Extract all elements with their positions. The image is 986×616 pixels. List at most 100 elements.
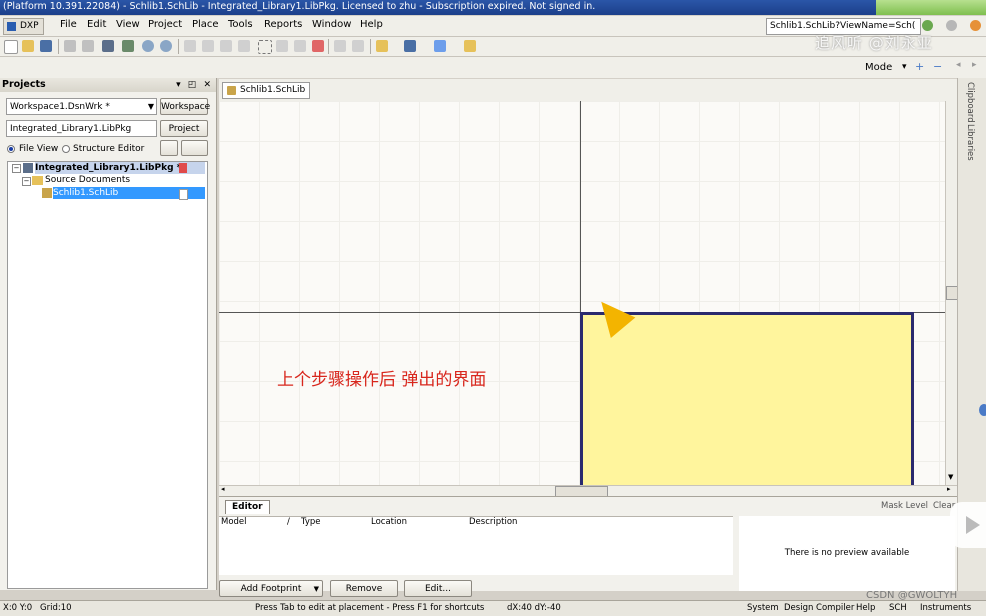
- menu-edit[interactable]: Edit: [87, 19, 106, 30]
- mode-dropdown-arrow-icon[interactable]: ▾: [902, 62, 907, 72]
- move-icon[interactable]: [276, 40, 288, 52]
- mode-dropdown[interactable]: Mode: [865, 62, 892, 73]
- tab-editor[interactable]: Editor: [225, 500, 270, 514]
- status-hint: Press Tab to edit at placement - Press F…: [255, 603, 485, 613]
- zoom-in-icon[interactable]: [142, 40, 154, 52]
- project-icon[interactable]: [102, 40, 114, 52]
- zoom-out-icon[interactable]: [160, 40, 172, 52]
- tab-libraries[interactable]: Libraries: [965, 124, 975, 161]
- cut-icon[interactable]: [184, 40, 196, 52]
- add-footprint-label: Add Footprint: [240, 584, 302, 594]
- remove-button[interactable]: Remove: [330, 580, 398, 597]
- file-view-radio[interactable]: [7, 145, 15, 153]
- scroll-left-icon[interactable]: ◂: [956, 60, 961, 70]
- project-options-icon[interactable]: [181, 140, 208, 156]
- dxp-menu-button[interactable]: DXP: [3, 18, 44, 35]
- back-icon[interactable]: [922, 20, 933, 31]
- project-select[interactable]: Integrated_Library1.LibPkg: [6, 120, 157, 137]
- file-view-label: File View: [19, 144, 59, 154]
- workspace-button[interactable]: Workspace: [160, 98, 210, 115]
- add-icon[interactable]: +: [915, 60, 924, 73]
- menu-tools[interactable]: Tools: [228, 19, 253, 30]
- projects-panel: Projects ▾ ◰ ✕ Workspace1.DsnWrk * ▼ Wor…: [0, 78, 217, 590]
- model-editor-panel: Editor Mask Level Clear Model / Type Loc…: [219, 496, 957, 597]
- select-area-icon[interactable]: [258, 40, 272, 54]
- menu-reports[interactable]: Reports: [264, 19, 302, 30]
- forward-icon[interactable]: [946, 20, 957, 31]
- redo-icon[interactable]: [352, 40, 364, 52]
- move-selection-icon[interactable]: [294, 40, 306, 52]
- document-tabs: Schlib1.SchLib: [219, 79, 986, 101]
- menu-help[interactable]: Help: [360, 19, 383, 30]
- modified-document-icon: [179, 163, 187, 173]
- scroll-down-icon[interactable]: ▼: [948, 473, 953, 481]
- panel-button-sch[interactable]: SCH: [889, 603, 907, 613]
- document-icon: [179, 189, 188, 200]
- project-select-value: Integrated_Library1.LibPkg: [10, 124, 132, 134]
- workspace-select[interactable]: Workspace1.DsnWrk * ▼: [6, 98, 157, 115]
- drawing-tools-icon[interactable]: [404, 40, 416, 52]
- scroll-right-icon[interactable]: ▸: [972, 60, 977, 70]
- toolbar-separator: [328, 39, 329, 54]
- panel-button-design-compiler[interactable]: Design Compiler: [784, 603, 854, 613]
- menu-view[interactable]: View: [116, 19, 140, 30]
- deselect-icon[interactable]: [312, 40, 324, 52]
- panel-button-help[interactable]: Help: [856, 603, 875, 613]
- toolbar-separator: [58, 39, 59, 54]
- scroll-right-icon[interactable]: ▸: [947, 485, 951, 493]
- chevron-down-icon: ▼: [313, 585, 319, 593]
- video-watermark: 追风听 @刘永亚: [815, 34, 933, 52]
- scroll-left-icon[interactable]: ◂: [221, 485, 225, 493]
- column-header-location[interactable]: Location: [371, 517, 407, 527]
- video-play-overlay-icon[interactable]: [950, 502, 986, 548]
- new-document-icon[interactable]: [4, 40, 18, 54]
- grid-icon[interactable]: [434, 40, 446, 52]
- structure-editor-radio[interactable]: [62, 145, 70, 153]
- open-icon[interactable]: [22, 40, 34, 52]
- paste-icon[interactable]: [220, 40, 232, 52]
- menu-file[interactable]: File: [60, 19, 77, 30]
- place-pin-icon[interactable]: [376, 40, 388, 52]
- home-icon[interactable]: [970, 20, 981, 31]
- project-tree[interactable]: − Integrated_Library1.LibPkg * − Source …: [7, 161, 208, 589]
- panel-controls-icon[interactable]: ▾ ◰ ✕: [176, 78, 213, 92]
- library-icon[interactable]: [122, 40, 134, 52]
- tab-clipboard[interactable]: Clipboard: [965, 82, 975, 123]
- menu-window[interactable]: Window: [312, 19, 351, 30]
- compile-icon[interactable]: [160, 140, 178, 156]
- tab-schlib[interactable]: Schlib1.SchLib: [222, 82, 311, 99]
- collapse-icon[interactable]: −: [22, 177, 31, 186]
- copy-icon[interactable]: [202, 40, 214, 52]
- schematic-canvas[interactable]: 上个步骤操作后 弹出的界面: [219, 101, 945, 485]
- sort-indicator-icon: /: [287, 517, 290, 527]
- status-delta: dX:40 dY:-40: [507, 603, 561, 613]
- title-bar-accent: [876, 0, 986, 15]
- window-title: (Platform 10.391.22084) - Schlib1.SchLib…: [3, 1, 596, 12]
- print-preview-icon[interactable]: [82, 40, 94, 52]
- menu-place[interactable]: Place: [192, 19, 219, 30]
- side-indicator-icon: [979, 404, 986, 416]
- collapse-icon[interactable]: −: [12, 164, 21, 173]
- toolbar-separator: [178, 39, 179, 54]
- panel-button-system[interactable]: System: [747, 603, 779, 613]
- remove-icon[interactable]: −: [933, 60, 942, 73]
- project-button[interactable]: Project: [160, 120, 208, 137]
- library-panel-icon[interactable]: [464, 40, 476, 52]
- add-footprint-button[interactable]: Add Footprint ▼: [219, 580, 323, 597]
- panel-button-instruments[interactable]: Instruments: [920, 603, 971, 613]
- tree-item-source-documents[interactable]: Source Documents: [45, 174, 130, 186]
- print-icon[interactable]: [64, 40, 76, 52]
- component-body-rectangle[interactable]: [580, 312, 914, 485]
- rubber-stamp-icon[interactable]: [238, 40, 250, 52]
- column-header-description[interactable]: Description: [469, 517, 517, 527]
- tree-item-label: Source Documents: [45, 175, 131, 185]
- undo-icon[interactable]: [334, 40, 346, 52]
- column-header-type[interactable]: Type: [301, 517, 321, 527]
- mask-level-button[interactable]: Mask Level: [881, 500, 928, 513]
- menu-project[interactable]: Project: [148, 19, 182, 30]
- folder-icon: [32, 176, 43, 185]
- column-header-model[interactable]: Model: [221, 517, 247, 527]
- save-icon[interactable]: [40, 40, 52, 52]
- toolbar-separator: [370, 39, 371, 54]
- edit-button[interactable]: Edit...: [404, 580, 472, 597]
